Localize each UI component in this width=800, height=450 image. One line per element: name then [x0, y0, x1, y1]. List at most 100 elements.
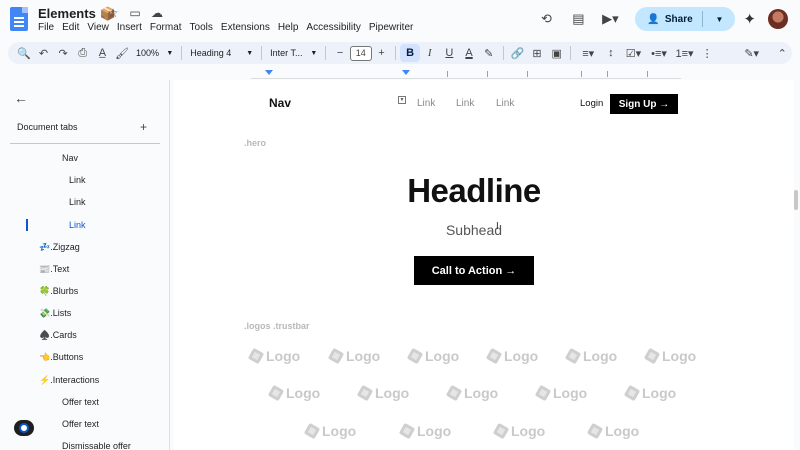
show-outline-toggle[interactable]: [14, 420, 34, 436]
logo-placeholder[interactable]: Logo: [247, 347, 300, 365]
font-select[interactable]: Inter T... ▼: [266, 48, 321, 58]
undo-icon[interactable]: ↶: [34, 44, 54, 62]
logo-placeholder[interactable]: Logo: [303, 422, 356, 440]
add-comment-icon[interactable]: ⊞: [527, 44, 547, 62]
editing-mode-icon[interactable]: ✎▾: [737, 44, 766, 62]
docs-logo-icon[interactable]: [10, 7, 28, 31]
hero-subhead[interactable]: Subhead: [414, 222, 534, 238]
outline-item-cards[interactable]: ♠️.Cards: [39, 330, 77, 341]
logo-placeholder[interactable]: Logo: [327, 347, 380, 365]
more-options-icon[interactable]: ⋮: [697, 44, 717, 62]
collapse-toolbar-icon[interactable]: ⌃: [772, 44, 792, 62]
menu-tools[interactable]: Tools: [190, 22, 218, 33]
outline-item-nav[interactable]: Nav: [62, 153, 78, 163]
menu-accessibility[interactable]: Accessibility: [306, 22, 365, 33]
insert-image-icon[interactable]: ▣: [547, 44, 567, 62]
comments-icon[interactable]: ▤: [567, 8, 589, 30]
nav-link[interactable]: Link: [456, 98, 474, 109]
logo-placeholder[interactable]: Logo: [534, 384, 587, 402]
decrease-font-size-button[interactable]: −: [330, 44, 350, 62]
call-to-action-button[interactable]: Call to Action →: [414, 256, 534, 285]
menu-extensions[interactable]: Extensions: [221, 22, 275, 33]
logo-placeholder[interactable]: Logo: [643, 347, 696, 365]
signup-button[interactable]: Sign Up →: [610, 94, 678, 114]
version-history-icon[interactable]: ⟲: [535, 8, 557, 30]
search-menus-icon[interactable]: 🔍: [14, 44, 34, 62]
share-button[interactable]: 👤 Share ▼: [635, 7, 736, 31]
zoom-select[interactable]: 100% ▼: [132, 48, 177, 58]
back-arrow-icon[interactable]: ←: [14, 90, 28, 106]
font-size-input[interactable]: 14: [349, 45, 372, 61]
document-title[interactable]: Elements 📦: [38, 6, 116, 22]
logo-placeholder[interactable]: Logo: [406, 347, 459, 365]
menu-file[interactable]: File: [38, 22, 59, 33]
text-color-button[interactable]: A: [459, 44, 479, 62]
move-folder-icon[interactable]: ▭: [128, 6, 142, 20]
line-spacing-icon[interactable]: ↕: [601, 44, 621, 62]
link-icon[interactable]: 🔗: [508, 44, 528, 62]
left-indent-marker[interactable]: [265, 70, 273, 75]
logo-placeholder[interactable]: Logo: [492, 422, 545, 440]
nav-link[interactable]: Link: [496, 98, 514, 109]
first-line-indent-marker[interactable]: [402, 70, 410, 75]
print-icon[interactable]: ⎙: [73, 44, 93, 62]
logo-placeholder[interactable]: Logo: [623, 384, 676, 402]
login-link[interactable]: Login: [580, 98, 603, 109]
add-tab-icon[interactable]: +: [140, 120, 147, 134]
outline-item-link-active[interactable]: Link: [69, 220, 86, 230]
logo-placeholder[interactable]: Logo: [586, 422, 639, 440]
cloud-status-icon[interactable]: ☁: [150, 6, 164, 20]
outline-item-zigzag[interactable]: 💤.Zigzag: [39, 242, 80, 253]
redo-icon[interactable]: ↷: [53, 44, 73, 62]
document-page[interactable]: Nav ▼ Link Link Link Login Sign Up → .he…: [174, 80, 794, 450]
toolbar-divider: [325, 46, 327, 60]
outline-item-blurbs[interactable]: 🍀.Blurbs: [39, 286, 78, 297]
checklist-icon[interactable]: ☑▾: [621, 44, 647, 62]
outline-item-offer-text[interactable]: Offer text: [62, 419, 99, 429]
document-title-text[interactable]: Elements: [38, 6, 96, 21]
outline-item-link[interactable]: Link: [69, 197, 86, 207]
outline-item-offer-text[interactable]: Offer text: [62, 397, 99, 407]
star-icon[interactable]: ☆: [106, 6, 120, 20]
paint-format-icon[interactable]: 🖌: [112, 44, 132, 62]
hero-headline[interactable]: Headline: [384, 172, 564, 210]
logo-row: Logo Logo Logo Logo: [174, 422, 794, 443]
menu-insert[interactable]: Insert: [117, 22, 147, 33]
avatar[interactable]: [768, 9, 788, 29]
numbered-list-icon[interactable]: 1≡▾: [672, 44, 698, 62]
menu-edit[interactable]: Edit: [62, 22, 84, 33]
menu-format[interactable]: Format: [150, 22, 187, 33]
outline-item-dismissable-offer[interactable]: Dismissable offer: [62, 441, 131, 450]
outline-item-buttons[interactable]: 👈.Buttons: [39, 352, 83, 363]
style-select[interactable]: Heading 4 ▼: [186, 48, 257, 58]
bold-button[interactable]: B: [400, 44, 420, 62]
gemini-icon[interactable]: ✦: [743, 10, 756, 28]
logo-placeholder[interactable]: Logo: [564, 347, 617, 365]
logo-placeholder[interactable]: Logo: [485, 347, 538, 365]
outline-item-text[interactable]: 📰.Text: [39, 264, 69, 275]
nav-link[interactable]: Link: [417, 98, 435, 109]
vertical-scrollbar[interactable]: [794, 190, 798, 210]
share-dropdown-icon[interactable]: ▼: [703, 15, 735, 24]
menu-view[interactable]: View: [87, 22, 114, 33]
logo-placeholder[interactable]: Logo: [398, 422, 451, 440]
nav-logo-text[interactable]: Nav: [269, 96, 291, 110]
logo-placeholder[interactable]: Logo: [356, 384, 409, 402]
menu-pipewriter[interactable]: Pipewriter: [369, 22, 418, 33]
menu-help[interactable]: Help: [278, 22, 304, 33]
increase-font-size-button[interactable]: +: [372, 44, 392, 62]
cube-icon: [247, 347, 265, 365]
logo-placeholder[interactable]: Logo: [445, 384, 498, 402]
underline-button[interactable]: U: [440, 44, 460, 62]
outline-item-lists[interactable]: 💸.Lists: [39, 308, 71, 319]
align-icon[interactable]: ≡▾: [575, 44, 601, 62]
dropdown-chip-icon[interactable]: ▼: [398, 96, 406, 104]
spellcheck-icon[interactable]: A̲: [93, 44, 113, 62]
italic-button[interactable]: I: [420, 44, 440, 62]
bulleted-list-icon[interactable]: •≡▾: [646, 44, 672, 62]
meet-icon[interactable]: ▶▾: [599, 8, 621, 30]
highlight-icon[interactable]: ✎: [479, 44, 499, 62]
outline-item-interactions[interactable]: ⚡.Interactions: [39, 375, 99, 386]
logo-placeholder[interactable]: Logo: [267, 384, 320, 402]
outline-item-link[interactable]: Link: [69, 175, 86, 185]
